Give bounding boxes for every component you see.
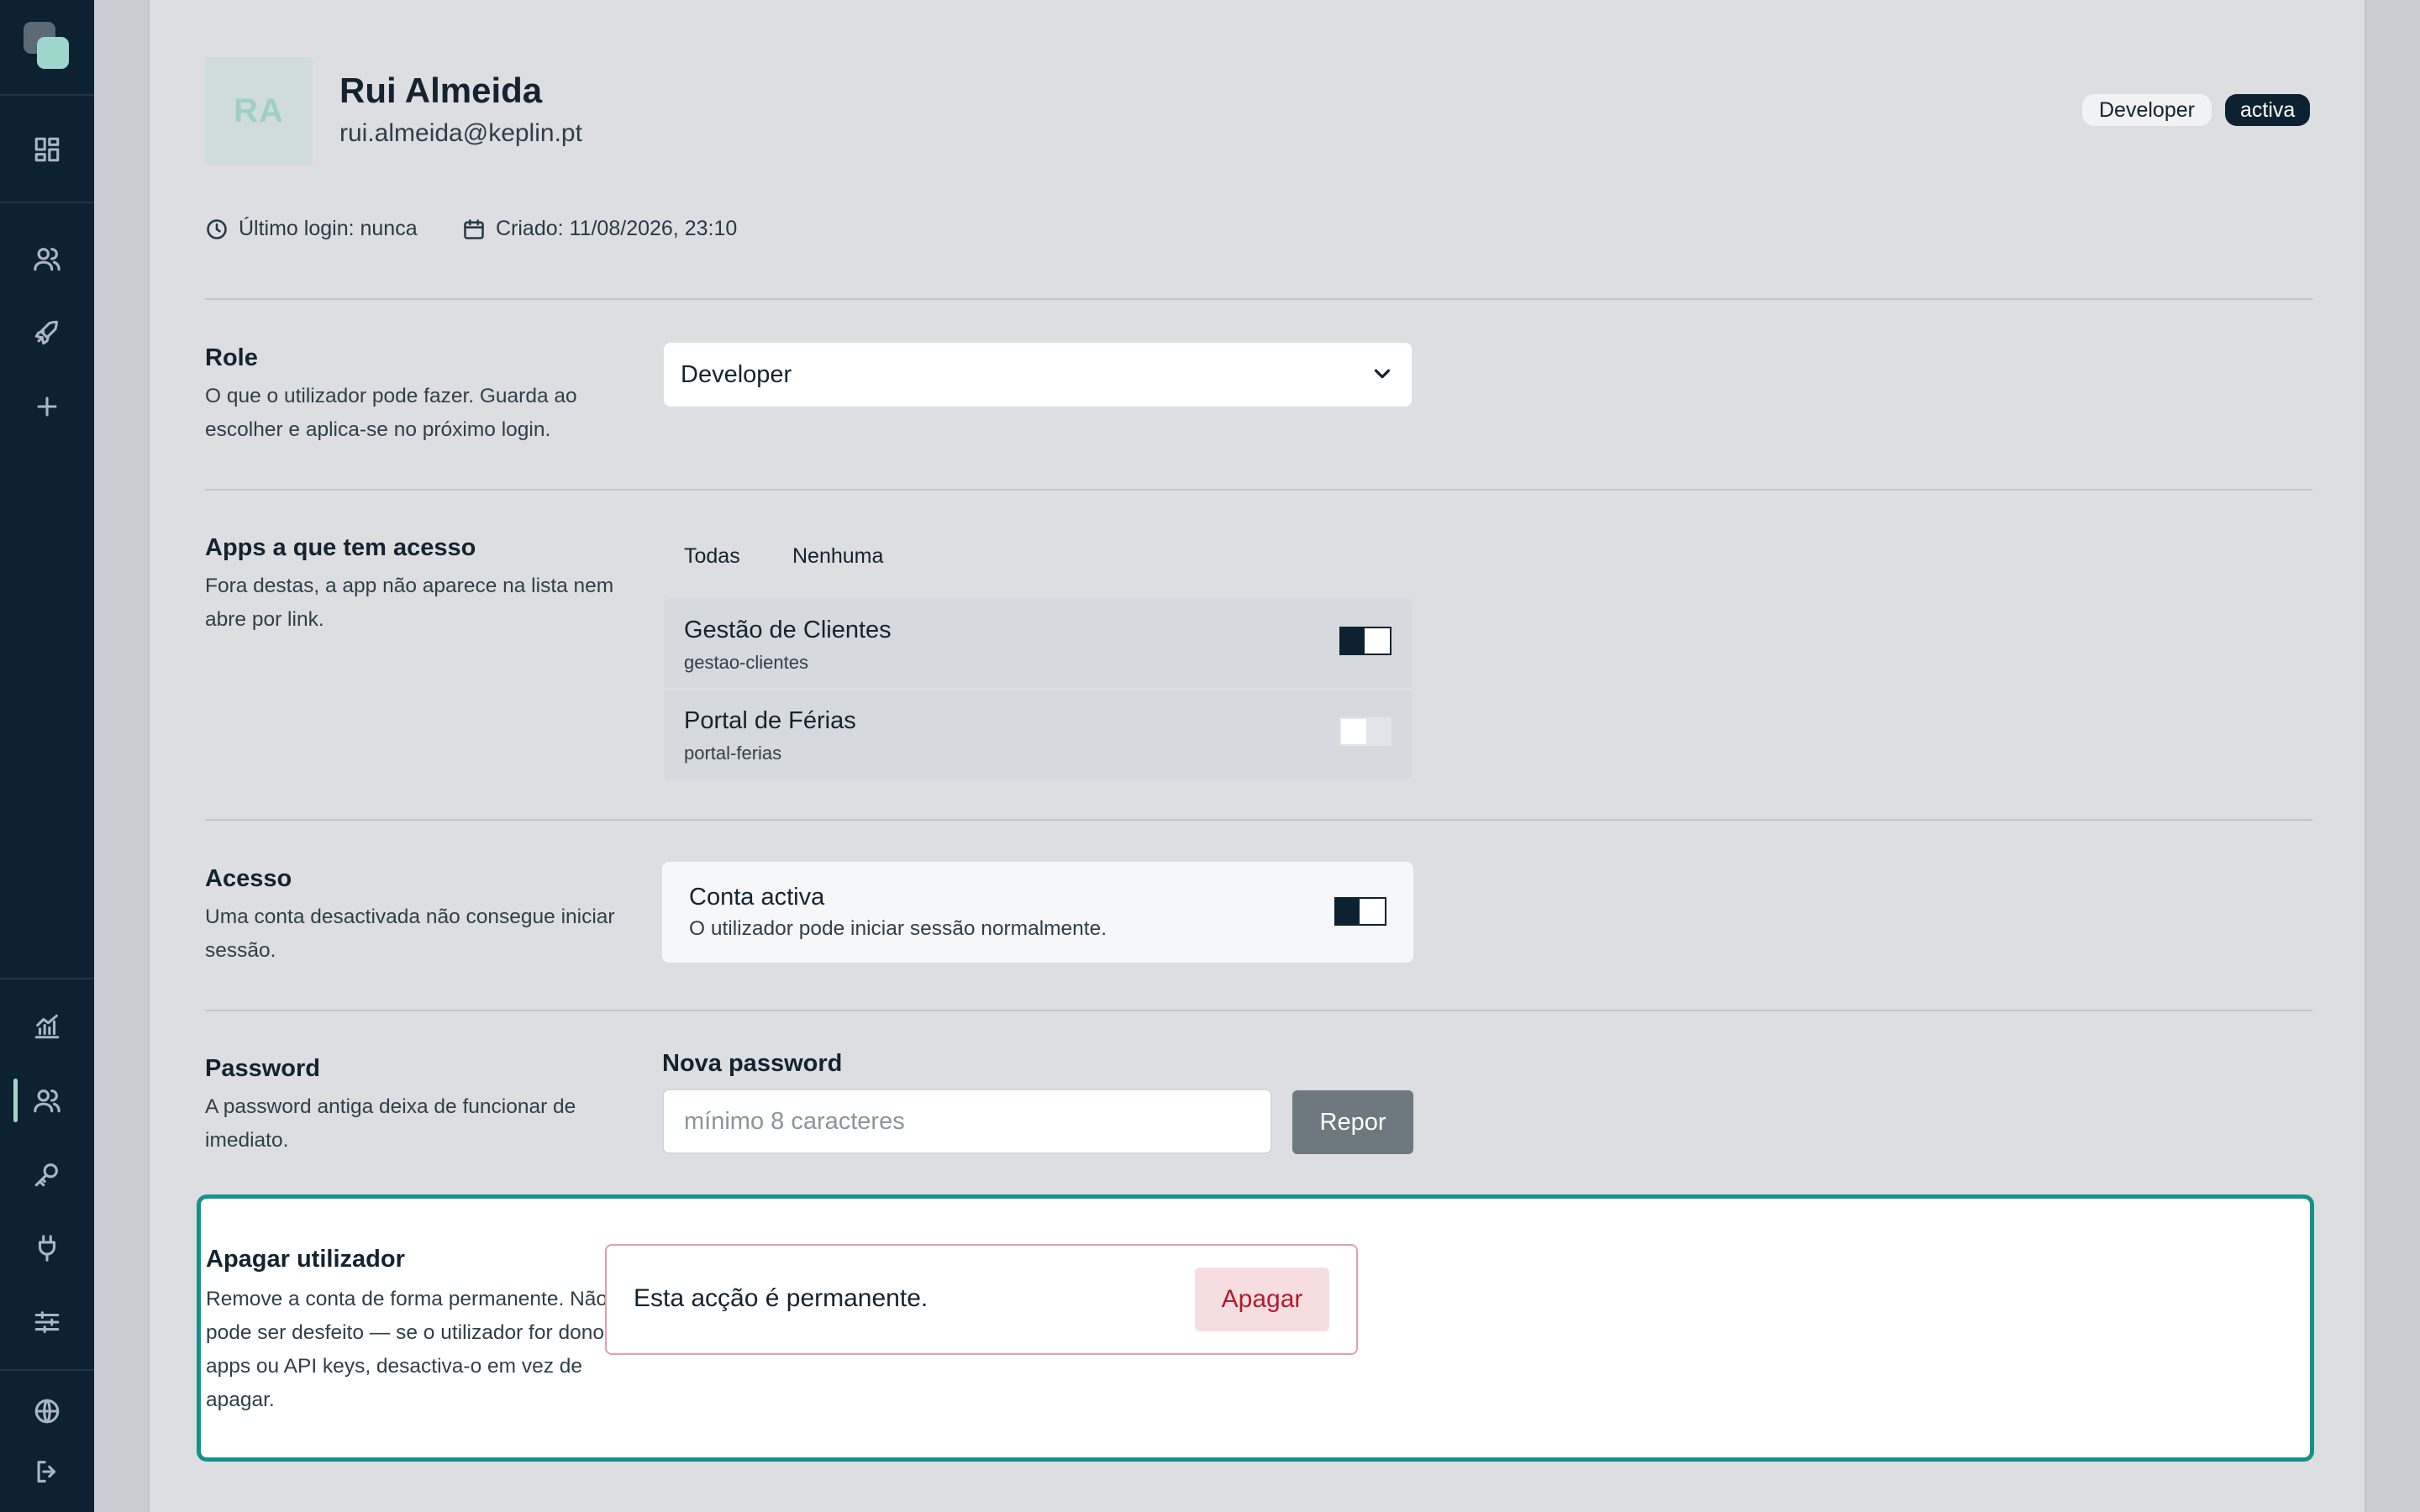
user-name: Rui Almeida [339, 71, 543, 110]
logout-icon[interactable] [30, 1455, 64, 1488]
app-access-toggle[interactable] [1339, 717, 1392, 746]
account-active-subtitle: O utilizador pode iniciar sessão normalm… [689, 917, 1107, 940]
user-email: rui.almeida@keplin.pt [339, 119, 582, 147]
chevron-down-icon [1370, 361, 1395, 386]
calendar-icon [464, 218, 484, 239]
select-no-apps-button[interactable]: Nenhuma [792, 544, 883, 569]
section-divider [205, 819, 2312, 821]
delete-warning-text: Esta acção é permanente. [634, 1284, 929, 1312]
app-name: Portal de Férias [684, 707, 856, 734]
users-icon[interactable] [30, 1084, 64, 1117]
apps-section-title: Apps a que tem acesso [205, 534, 476, 561]
status-badge: activa [2225, 94, 2311, 126]
sliders-icon[interactable] [30, 1305, 64, 1339]
list-item: Portal de Férias portal-ferias [664, 689, 1412, 780]
delete-user-button[interactable]: Apagar [1195, 1268, 1329, 1331]
globe-icon[interactable] [30, 1394, 64, 1428]
account-active-toggle[interactable] [1334, 897, 1386, 926]
plus-icon[interactable] [30, 390, 64, 423]
delete-section-description: Remove a conta de forma permanente. Não … [206, 1288, 634, 1411]
chart-icon[interactable] [30, 1010, 64, 1043]
app-logo[interactable] [24, 22, 71, 69]
sidebar-divider [0, 94, 94, 96]
app-slug: portal-ferias [684, 743, 782, 764]
account-active-title: Conta activa [689, 884, 825, 911]
section-divider [205, 298, 2312, 300]
active-nav-indicator [13, 1079, 18, 1122]
dashboard-icon[interactable] [30, 133, 64, 166]
delete-card: Esta acção é permanente. Apagar [605, 1244, 1358, 1355]
select-all-apps-button[interactable]: Todas [684, 544, 740, 569]
sidebar [0, 0, 94, 1512]
last-login-text: Último login: nunca [239, 217, 418, 240]
clock-icon [207, 218, 227, 239]
list-item: Gestão de Clientes gestao-clientes [664, 598, 1412, 690]
delete-user-section: Apagar utilizador Remove a conta de form… [197, 1194, 2314, 1462]
account-active-card: Conta activa O utilizador pode iniciar s… [662, 862, 1413, 963]
role-select[interactable]: Developer [664, 343, 1412, 407]
rocket-icon[interactable] [30, 316, 64, 349]
created-meta: Criado: 11/08/2026, 23:10 [462, 217, 737, 241]
app-access-toggle[interactable] [1339, 627, 1392, 655]
app-name: Gestão de Clientes [684, 617, 892, 643]
apps-section-description: Fora destas, a app não aparece na lista … [205, 575, 614, 631]
app-slug: gestao-clientes [684, 652, 808, 673]
delete-section-title: Apagar utilizador [206, 1246, 405, 1273]
created-text: Criado: 11/08/2026, 23:10 [496, 217, 738, 240]
role-badge: Developer [2082, 94, 2212, 126]
section-divider [205, 489, 2312, 491]
sidebar-divider [0, 202, 94, 203]
password-section-description: A password antiga deixa de funcionar de … [205, 1095, 576, 1152]
access-section-title: Acesso [205, 865, 292, 892]
role-section-description: O que o utilizador pode fazer. Guarda ao… [205, 385, 577, 441]
password-section-title: Password [205, 1055, 320, 1082]
users-icon[interactable] [30, 242, 64, 276]
last-login-meta: Último login: nunca [205, 217, 418, 241]
key-icon[interactable] [30, 1158, 64, 1191]
reset-password-button[interactable]: Repor [1292, 1090, 1413, 1154]
user-detail-panel: RA Rui Almeida rui.almeida@keplin.pt Dev… [148, 0, 2366, 1512]
new-password-input[interactable] [662, 1089, 1272, 1154]
sidebar-divider [0, 1369, 94, 1371]
role-select-value: Developer [681, 360, 792, 388]
role-section-title: Role [205, 344, 258, 371]
avatar: RA [205, 57, 313, 165]
access-section-description: Uma conta desactivada não consegue inici… [205, 906, 615, 962]
sidebar-divider [0, 978, 94, 979]
section-divider [205, 1010, 2312, 1011]
new-password-label: Nova password [662, 1050, 843, 1077]
app-access-list: Gestão de Clientes gestao-clientes Porta… [664, 598, 1412, 780]
plug-icon[interactable] [30, 1231, 64, 1265]
